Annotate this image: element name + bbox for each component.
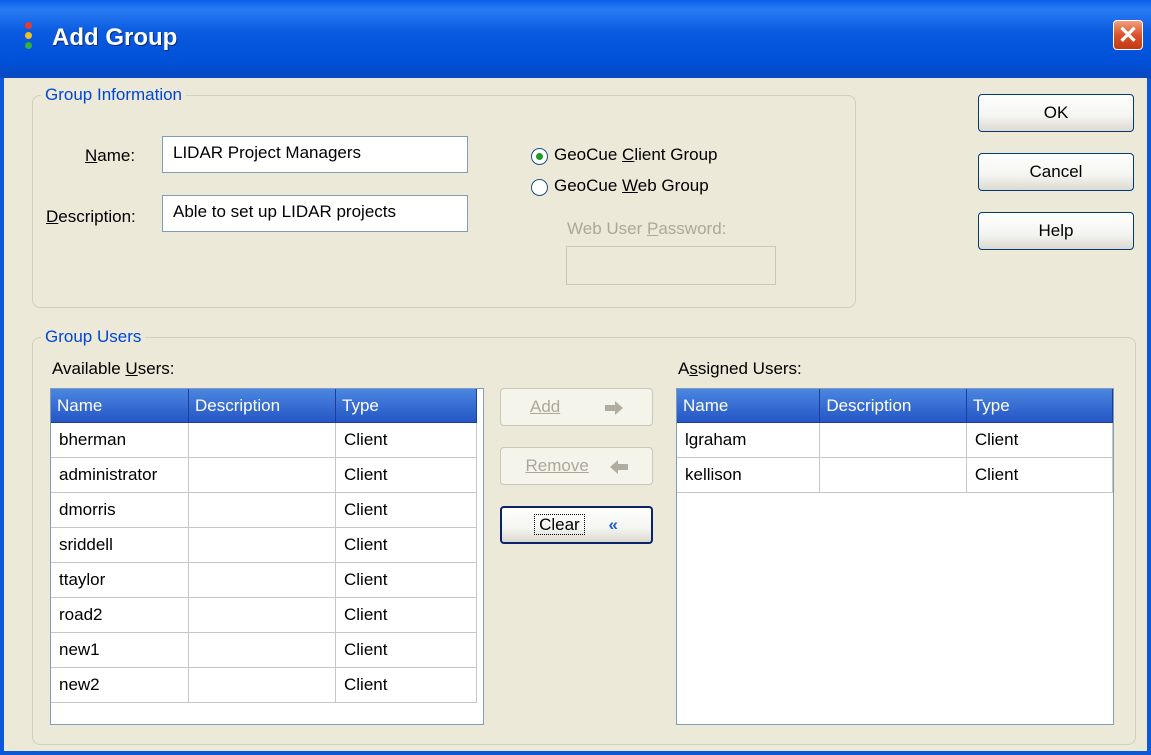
cell-description	[188, 457, 336, 493]
arrow-right-icon	[604, 397, 623, 416]
cell-type: Client	[335, 527, 477, 563]
column-header-description[interactable]: Description	[819, 389, 967, 423]
table-row[interactable]: dmorris Client	[51, 492, 477, 528]
column-header-name[interactable]: Name	[677, 389, 821, 423]
client-group-label[interactable]: GeoCue Client Group	[554, 145, 718, 165]
cell-type: Client	[966, 457, 1113, 493]
web-password-input	[566, 246, 776, 285]
cell-name: sriddell	[51, 527, 189, 563]
cell-type: Client	[335, 562, 477, 598]
app-icon	[24, 22, 34, 52]
web-group-radio[interactable]	[531, 179, 548, 196]
cell-type: Client	[335, 457, 477, 493]
web-password-label: Web User Password:	[567, 219, 727, 238]
cell-description	[188, 667, 336, 703]
cell-type: Client	[335, 667, 477, 703]
cell-description	[188, 492, 336, 528]
cell-description	[188, 422, 336, 458]
remove-button-label: Remove	[525, 456, 589, 475]
window-title: Add Group	[52, 24, 178, 51]
cell-name: lgraham	[677, 422, 821, 458]
web-group-label[interactable]: GeoCue Web Group	[554, 176, 709, 196]
cell-type: Client	[966, 422, 1113, 458]
clear-button-label: Clear	[534, 514, 585, 535]
dialog-body: Group Information Name: LIDAR Project Ma…	[4, 78, 1147, 751]
table-row[interactable]: new2 Client	[51, 667, 477, 703]
table-row[interactable]: sriddell Client	[51, 527, 477, 563]
name-input[interactable]: LIDAR Project Managers	[162, 136, 468, 173]
cell-name: new2	[51, 667, 189, 703]
group-users-legend: Group Users	[41, 327, 146, 347]
ok-button[interactable]: OK	[978, 94, 1134, 132]
table-row[interactable]: bherman Client	[51, 422, 477, 458]
column-header-type[interactable]: Type	[335, 389, 477, 423]
column-header-name[interactable]: Name	[51, 389, 189, 423]
cell-description	[188, 597, 336, 633]
table-row[interactable]: ttaylor Client	[51, 562, 477, 598]
column-header-type[interactable]: Type	[966, 389, 1113, 423]
cell-name: bherman	[51, 422, 189, 458]
close-button[interactable]: ✕	[1113, 20, 1143, 50]
add-button-label: Add	[530, 397, 561, 416]
cell-name: road2	[51, 597, 189, 633]
cell-name: kellison	[677, 457, 821, 493]
clear-button[interactable]: Clear «	[500, 506, 653, 544]
cell-name: ttaylor	[51, 562, 189, 598]
available-users-label: Available Users:	[52, 359, 175, 378]
table-row[interactable]: kellison Client	[677, 457, 1113, 493]
description-label: Description:	[46, 207, 136, 226]
cell-type: Client	[335, 422, 477, 458]
cell-name: dmorris	[51, 492, 189, 528]
cell-name: new1	[51, 632, 189, 668]
help-button[interactable]: Help	[978, 212, 1134, 250]
cell-description	[188, 632, 336, 668]
cell-description	[819, 457, 967, 493]
double-arrow-left-icon: «	[608, 515, 618, 534]
name-label: Name:	[85, 146, 136, 165]
cell-description	[188, 562, 336, 598]
assigned-users-list[interactable]: Name Description Type lgraham Client kelli…	[676, 388, 1114, 725]
cell-description	[188, 527, 336, 563]
cell-description	[819, 422, 967, 458]
add-group-dialog: Add Group ✕ Group Information Name: LIDA…	[0, 0, 1151, 755]
close-icon: ✕	[1117, 22, 1139, 49]
table-row[interactable]: administrator Client	[51, 457, 477, 493]
table-row[interactable]: new1 Client	[51, 632, 477, 668]
arrow-left-icon	[609, 456, 628, 475]
cell-type: Client	[335, 597, 477, 633]
available-users-list[interactable]: Name Description Type bherman Client admin…	[50, 388, 484, 725]
assigned-users-label: Assigned Users:	[678, 359, 802, 378]
cell-name: administrator	[51, 457, 189, 493]
cell-type: Client	[335, 632, 477, 668]
column-header-description[interactable]: Description	[188, 389, 336, 423]
table-row[interactable]: road2 Client	[51, 597, 477, 633]
description-input[interactable]: Able to set up LIDAR projects	[162, 195, 468, 232]
table-row[interactable]: lgraham Client	[677, 422, 1113, 458]
cell-type: Client	[335, 492, 477, 528]
cancel-button[interactable]: Cancel	[978, 153, 1134, 191]
group-information-legend: Group Information	[41, 85, 187, 105]
title-bar[interactable]: Add Group ✕	[0, 0, 1151, 78]
remove-button[interactable]: Remove	[500, 447, 653, 485]
add-button[interactable]: Add	[500, 388, 653, 426]
client-group-radio[interactable]	[531, 148, 548, 165]
